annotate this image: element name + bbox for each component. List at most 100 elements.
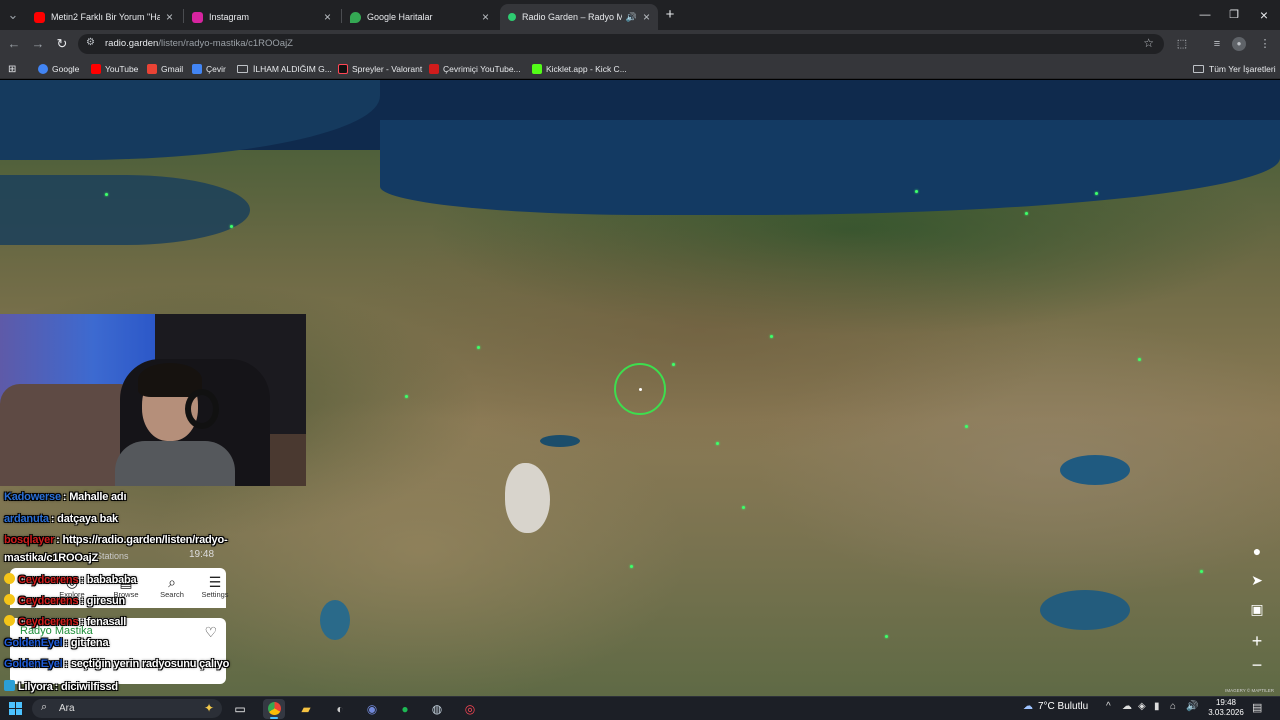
back-button[interactable]: ← xyxy=(5,35,23,53)
station-dot[interactable] xyxy=(1138,358,1141,361)
mic-icon[interactable]: ▮ xyxy=(1154,701,1160,712)
reservoir xyxy=(540,435,580,447)
station-dot[interactable] xyxy=(477,346,480,349)
apps-icon[interactable]: ⊞ xyxy=(8,62,16,76)
tab-search-icon[interactable]: ⌄ xyxy=(4,6,22,24)
menu-icon[interactable]: ⋮ xyxy=(1256,35,1274,53)
chat-text: : fenasall xyxy=(80,616,127,628)
station-dot[interactable] xyxy=(405,395,408,398)
chat-user: bosqlayer xyxy=(4,534,55,546)
cloud-tray-icon[interactable]: ☁ xyxy=(1122,701,1132,712)
media-controls-icon[interactable]: ≡ xyxy=(1208,35,1226,53)
station-dot[interactable] xyxy=(1025,212,1028,215)
close-icon[interactable]: × xyxy=(643,10,650,24)
station-dot[interactable] xyxy=(672,363,675,366)
bookmark-kicklet[interactable]: Kicklet.app - Kick C... xyxy=(532,62,627,76)
extensions-icon[interactable]: ⬚ xyxy=(1173,35,1191,53)
station-dot[interactable] xyxy=(630,565,633,568)
start-button[interactable] xyxy=(9,702,22,715)
locate-icon[interactable]: ➤ xyxy=(1246,569,1268,591)
salt-lake xyxy=(505,463,550,533)
address-bar[interactable]: ⚙ radio.garden/listen/radyo-mastika/c1RO… xyxy=(78,34,1164,54)
zoom-out-button[interactable]: − xyxy=(1246,654,1268,676)
url-path: /listen/radyo-mastika/c1ROOajZ xyxy=(158,38,293,49)
weather-widget[interactable]: ☁ 7°C Bulutlu xyxy=(1023,701,1088,712)
station-dot[interactable] xyxy=(716,442,719,445)
map-attribution: IMAGERY © MAPTILER xyxy=(1225,688,1274,693)
bookmark-label: Google xyxy=(52,64,80,74)
steam-icon[interactable]: ◍ xyxy=(426,699,448,719)
forward-button[interactable]: → xyxy=(29,35,47,53)
tab-google-maps[interactable]: Google Haritalar × xyxy=(342,4,497,30)
valorant-icon xyxy=(338,64,348,74)
bookmark-folder-ilham[interactable]: İLHAM ALDIĞIM G... xyxy=(237,62,332,76)
chat-user: Kadowerse xyxy=(4,491,61,503)
reload-button[interactable]: ↻ xyxy=(53,35,71,53)
marmara-sea xyxy=(0,175,250,245)
taskbar-search[interactable]: ⌕ Ara ✦ xyxy=(32,699,222,718)
chat-text: : giresun xyxy=(80,595,126,607)
bookmark-label: Kicklet.app - Kick C... xyxy=(546,64,627,74)
search-highlight-icon: ✦ xyxy=(203,701,214,715)
chrome-icon[interactable] xyxy=(263,699,285,719)
obs-icon[interactable]: ◎ xyxy=(459,699,481,719)
discord-icon[interactable]: ◉ xyxy=(361,699,383,719)
bookmark-youtube[interactable]: YouTube xyxy=(91,62,138,76)
close-icon[interactable]: × xyxy=(482,10,489,24)
new-tab-button[interactable]: + xyxy=(661,6,679,24)
speaker-icon[interactable]: 🔊 xyxy=(626,12,637,23)
task-view-icon[interactable]: ▭ xyxy=(229,699,251,719)
taskbar-clock[interactable]: 19:48 3.03.2026 xyxy=(1206,698,1246,718)
badge-icon xyxy=(4,573,15,584)
map-pin-icon[interactable]: ● xyxy=(1246,540,1268,562)
bookmark-google[interactable]: Google xyxy=(38,62,79,76)
chat-message: Lilyora: diciwilfissd xyxy=(4,680,118,693)
station-dot[interactable] xyxy=(1095,192,1098,195)
station-dot[interactable] xyxy=(1200,570,1203,573)
black-sea-coast xyxy=(380,120,1280,215)
bookmark-valorant[interactable]: Spreyler - Valorant xyxy=(338,62,422,76)
volume-icon[interactable]: 🔊 xyxy=(1186,701,1198,712)
station-dot[interactable] xyxy=(230,225,233,228)
site-info-icon[interactable]: ⚙ xyxy=(86,37,95,48)
app-tray-icon[interactable]: ◈ xyxy=(1138,701,1146,712)
bookmark-label: YouTube xyxy=(105,64,139,74)
station-dot[interactable] xyxy=(105,193,108,196)
notification-icon[interactable]: ▤ xyxy=(1252,701,1262,714)
tab-metin2[interactable]: Metin2 Farklı Bir Yorum "Hadi G × xyxy=(26,4,181,30)
station-dot[interactable] xyxy=(965,425,968,428)
bookmark-star-icon[interactable]: ☆ xyxy=(1143,36,1154,50)
bookmark-translate[interactable]: Çevir xyxy=(192,62,226,76)
spotify-icon[interactable]: ● xyxy=(394,699,416,719)
chat-message: Ceydcerens: giresun xyxy=(4,594,125,607)
minimize-button[interactable]: — xyxy=(1190,6,1220,24)
tab-radio-garden[interactable]: Radio Garden – Radyo Mas 🔊 × xyxy=(500,4,658,30)
network-icon[interactable]: ⌂ xyxy=(1170,701,1176,712)
station-dot[interactable] xyxy=(742,506,745,509)
chat-message: GoldenEyel: seçtiğin yerin radyosunu çal… xyxy=(4,658,229,670)
url-text[interactable]: radio.garden/listen/radyo-mastika/c1ROOa… xyxy=(105,38,293,49)
tray-chevron-icon[interactable]: ^ xyxy=(1106,701,1111,712)
restore-button[interactable]: ❐ xyxy=(1219,6,1249,24)
tab-title: Instagram xyxy=(209,12,250,22)
bookmark-gmail[interactable]: Gmail xyxy=(147,62,183,76)
tab-instagram[interactable]: Instagram × xyxy=(184,4,339,30)
file-explorer-icon[interactable]: ▰ xyxy=(295,699,317,719)
all-bookmarks-folder[interactable]: Tüm Yer İşaretleri xyxy=(1193,62,1276,76)
bookmark-youtube-online[interactable]: Çevrimiçi YouTube... xyxy=(429,62,521,76)
bookmarks-bar: ⊞ Google YouTube Gmail Çevir İLHAM ALDIĞ… xyxy=(0,58,1280,79)
cam-body xyxy=(115,441,235,486)
bookmark-label: Tüm Yer İşaretleri xyxy=(1209,64,1276,74)
lock-icon[interactable]: ▣ xyxy=(1246,598,1268,620)
window-close-button[interactable]: × xyxy=(1249,6,1279,24)
close-icon[interactable]: × xyxy=(166,10,173,24)
close-icon[interactable]: × xyxy=(324,10,331,24)
zoom-in-button[interactable]: + xyxy=(1246,630,1268,652)
youtube-icon xyxy=(91,64,101,74)
station-dot[interactable] xyxy=(915,190,918,193)
profile-avatar[interactable]: ● xyxy=(1232,37,1246,51)
app-icon[interactable]: ◐ xyxy=(329,699,351,719)
badge-icon xyxy=(4,615,15,626)
station-dot[interactable] xyxy=(885,635,888,638)
station-dot[interactable] xyxy=(770,335,773,338)
